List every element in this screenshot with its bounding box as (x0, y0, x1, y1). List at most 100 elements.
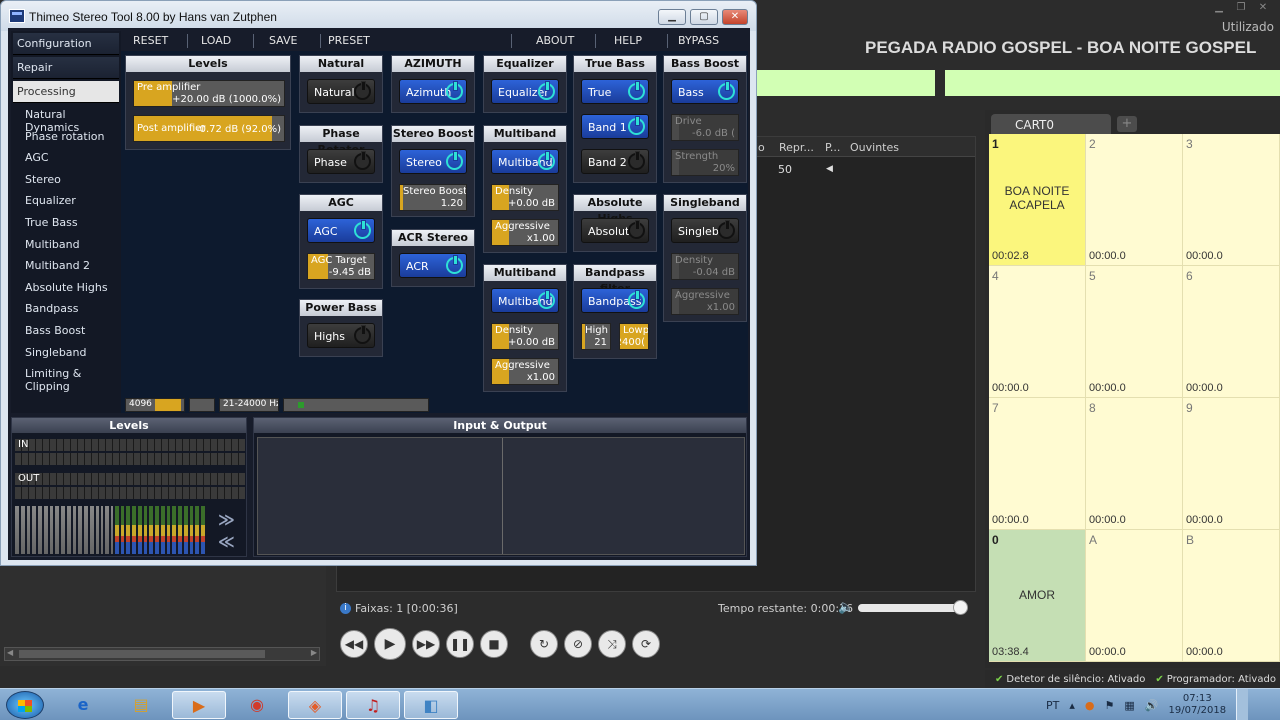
agc-target-slider[interactable]: AGC Target -9.45 dB (307, 253, 375, 280)
volume-knob[interactable] (952, 600, 968, 615)
nav-item-bandpass[interactable]: Bandpass (11, 299, 121, 321)
load-button[interactable]: LOAD (201, 34, 231, 47)
internet-explorer-icon[interactable]: e (56, 691, 110, 719)
cart-slot-6[interactable]: 6 00:00.0 (1183, 266, 1280, 398)
band-1-toggle[interactable]: Band 1 (581, 114, 649, 139)
strength-slider[interactable]: Strength 20% (671, 149, 739, 176)
phase-toggle[interactable]: Phase (307, 149, 375, 174)
scroll-left-icon[interactable]: ◀ (7, 648, 13, 657)
bandpass-toggle[interactable]: Bandpass (581, 288, 649, 313)
save-button[interactable]: SAVE (269, 34, 297, 47)
acr-toggle[interactable]: ACR (399, 253, 467, 278)
col-header-p[interactable]: P... (825, 141, 840, 154)
lowpass-slider[interactable]: Lowp 2400( (619, 323, 649, 350)
multiband-2-aggressive-slider[interactable]: Aggressive x1.00 (491, 358, 559, 385)
volume-slider[interactable] (858, 600, 968, 615)
stop-button[interactable]: ■ (480, 630, 508, 658)
radio-app-icon[interactable]: ◈ (288, 691, 342, 719)
horizontal-scrollbar[interactable]: ◀ ▶ (4, 647, 320, 661)
nav-item-multiband[interactable]: Multiband (11, 235, 121, 257)
col-header-listeners[interactable]: Ouvintes (850, 141, 899, 154)
multiband-aggressive-slider[interactable]: Aggressive x1.00 (491, 219, 559, 246)
close-button[interactable]: ✕ (722, 9, 748, 25)
file-explorer-icon[interactable]: ▤ (114, 691, 168, 719)
show-hidden-icon[interactable]: ▴ (1069, 699, 1075, 712)
col-header-plays[interactable]: Repr... (779, 141, 814, 154)
window-titlebar[interactable]: Thimeo Stereo Tool 8.00 by Hans van Zutp… (1, 1, 756, 31)
about-button[interactable]: ABOUT (536, 34, 574, 47)
chrome-icon[interactable]: ◉ (230, 691, 284, 719)
minimize-button[interactable]: ▁ (658, 9, 686, 25)
tab-cart0[interactable]: CART0 (991, 114, 1111, 136)
bypass-button[interactable]: BYPASS (678, 34, 719, 47)
natural-toggle[interactable]: Natural (307, 79, 375, 104)
cart-slot-3[interactable]: 3 00:00.0 (1183, 134, 1280, 266)
speaker-tray-icon[interactable]: 🔊 (1145, 699, 1159, 712)
latency-slider[interactable] (189, 398, 215, 412)
post-amplifier-slider[interactable]: Post amplifier -0.72 dB (92.0%) (133, 115, 285, 142)
scroll-right-icon[interactable]: ▶ (311, 648, 317, 657)
highpass-slider[interactable]: High 21 (581, 323, 611, 350)
play-button[interactable]: ▶ (374, 628, 406, 660)
multiband-density-slider[interactable]: Density +0.00 dB (491, 184, 559, 211)
true-bass-toggle[interactable]: True (581, 79, 649, 104)
drive-slider[interactable]: Drive -6.0 dB ( (671, 114, 739, 141)
nav-item-equalizer[interactable]: Equalizer (11, 191, 121, 213)
cart-slot-a[interactable]: A 00:00.0 (1086, 530, 1183, 662)
singleband-density-slider[interactable]: Density -0.04 dB (671, 253, 739, 280)
bass-toggle[interactable]: Bass (671, 79, 739, 104)
stereo-tool-taskbar-icon[interactable]: ◧ (404, 691, 458, 719)
block-button[interactable]: ⊘ (564, 630, 592, 658)
band-2-toggle[interactable]: Band 2 (581, 149, 649, 174)
pause-button[interactable]: ❚❚ (446, 630, 474, 658)
add-tab-button[interactable]: + (1117, 116, 1137, 132)
maximize-button[interactable]: ▢ (690, 9, 718, 25)
azimuth-toggle[interactable]: Azimuth (399, 79, 467, 104)
nav-item-agc[interactable]: AGC (11, 148, 121, 170)
collapse-icon[interactable]: ≪ (218, 532, 235, 551)
cart-slot-0[interactable]: 0 AMOR 03:38.4 (989, 530, 1086, 662)
forward-button[interactable]: ▶▶ (412, 630, 440, 658)
shuffle-button[interactable]: ⤨ (598, 630, 626, 658)
equalizer-toggle[interactable]: Equalizer (491, 79, 559, 104)
rewind-button[interactable]: ◀◀ (340, 630, 368, 658)
absolute-toggle[interactable]: Absolute (581, 218, 649, 243)
block-size-slider[interactable]: 4096 (125, 398, 185, 412)
multiband-2-density-slider[interactable]: Density +0.00 dB (491, 323, 559, 350)
multiband-toggle[interactable]: Multiband (491, 149, 559, 174)
preset-button[interactable]: PRESET (328, 34, 370, 47)
cart-slot-2[interactable]: 2 00:00.0 (1086, 134, 1183, 266)
nav-item-multiband-2[interactable]: Multiband 2 (11, 256, 121, 278)
media-player-icon[interactable]: ▶ (172, 691, 226, 719)
headphones-app-icon[interactable]: ♫ (346, 691, 400, 719)
volume-icon[interactable]: 🔈 (838, 600, 854, 615)
cart-slot-5[interactable]: 5 00:00.0 (1086, 266, 1183, 398)
cart-slot-8[interactable]: 8 00:00.0 (1086, 398, 1183, 530)
nav-item-singleband[interactable]: Singleband (11, 343, 121, 365)
auto-button[interactable]: ↻ (530, 630, 558, 658)
singleband-aggressive-slider[interactable]: Aggressive x1.00 (671, 288, 739, 315)
cart-slot-7[interactable]: 7 00:00.0 (989, 398, 1086, 530)
stereo-toggle[interactable]: Stereo (399, 149, 467, 174)
minimize-icon[interactable]: ▁ (1212, 2, 1226, 13)
singleband-toggle[interactable]: Singleban (671, 218, 739, 243)
restore-icon[interactable]: ❐ (1234, 2, 1248, 13)
cart-slot-4[interactable]: 4 00:00.0 (989, 266, 1086, 398)
flag-icon[interactable]: ⚑ (1105, 699, 1115, 712)
app-tray-icon[interactable]: ● (1085, 699, 1095, 712)
nav-item-stereo[interactable]: Stereo (11, 170, 121, 192)
multiband-2-toggle[interactable]: Multiband (491, 288, 559, 313)
nav-item-absolute-highs[interactable]: Absolute Highs (11, 278, 121, 300)
cart-slot-9[interactable]: 9 00:00.0 (1183, 398, 1280, 530)
language-indicator[interactable]: PT (1046, 699, 1059, 712)
highs-toggle[interactable]: Highs (307, 323, 375, 348)
repeat-button[interactable]: ⟳ (632, 630, 660, 658)
nav-repair[interactable]: Repair (13, 57, 119, 79)
network-icon[interactable]: ▦ (1124, 699, 1134, 712)
nav-item-bass-boost[interactable]: Bass Boost (11, 321, 121, 343)
expand-icon[interactable]: ≫ (218, 510, 235, 529)
cart-slot-b[interactable]: B 00:00.0 (1183, 530, 1280, 662)
nav-item-phase-rotation[interactable]: Phase rotation (11, 127, 121, 149)
agc-toggle[interactable]: AGC (307, 218, 375, 243)
help-button[interactable]: HELP (614, 34, 642, 47)
